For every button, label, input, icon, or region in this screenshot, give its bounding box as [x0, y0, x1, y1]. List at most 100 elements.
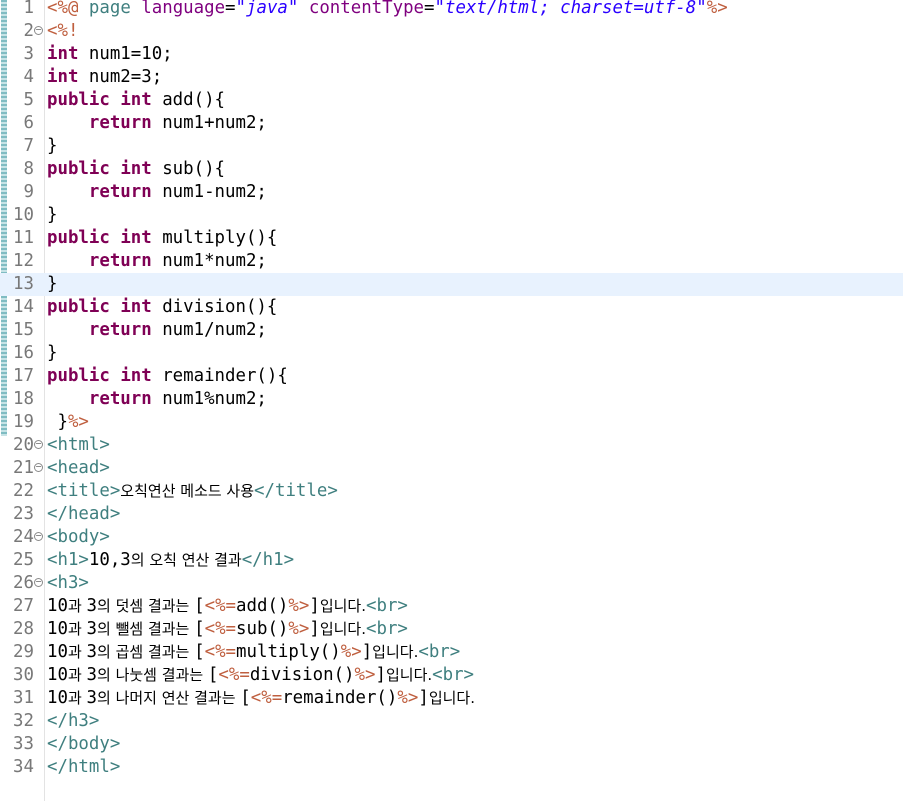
fold-toggle-icon[interactable]: − [34, 463, 43, 472]
code-line[interactable]: 20− <html> [0, 434, 903, 457]
code-text[interactable]: 10과 3의 나눗셈 결과는 [<%=division()%>]입니다.<br> [47, 664, 474, 687]
code-line[interactable]: 1 <%@ page language="java" contentType="t… [0, 0, 903, 20]
code-text[interactable]: <%! [47, 20, 78, 43]
code-token: 입니다. [385, 666, 433, 684]
code-text[interactable]: public int add(){ [47, 89, 225, 112]
code-text[interactable]: </head> [47, 503, 120, 526]
code-line[interactable]: 22 <title>오칙연산 메소드 사용</title> [0, 480, 903, 503]
code-text[interactable]: public int multiply(){ [47, 227, 277, 250]
code-token: 의 나눗셈 결과는 [97, 666, 208, 684]
fold-toggle-icon[interactable]: − [34, 532, 43, 541]
code-text[interactable]: <%@ page language="java" contentType="te… [47, 0, 728, 20]
code-text[interactable]: <title>오칙연산 메소드 사용</title> [47, 480, 338, 503]
code-line[interactable]: 7} [0, 135, 903, 158]
code-text[interactable]: int num2=3; [47, 66, 162, 89]
code-text[interactable]: 10과 3의 곱셈 결과는 [<%=multiply()%>]입니다.<br> [47, 641, 460, 664]
code-text[interactable]: 10과 3의 나머지 연산 결과는 [<%=remainder()%>]입니다. [47, 687, 475, 710]
code-line[interactable]: 12 return num1*num2; [0, 250, 903, 273]
code-line[interactable]: 17 public int remainder(){ [0, 365, 903, 388]
line-number: 31 [13, 688, 34, 708]
code-line[interactable]: 15 return num1/num2; [0, 319, 903, 342]
code-text[interactable]: 10과 3의 덧셈 결과는 [<%=add()%>]입니다.<br> [47, 595, 408, 618]
code-line[interactable]: 23 </head> [0, 503, 903, 526]
code-text[interactable]: </body> [47, 733, 120, 756]
line-number: 18 [13, 389, 34, 409]
code-line[interactable]: 10} [0, 204, 903, 227]
code-token: 과 [67, 689, 87, 707]
code-line[interactable]: 2− <%! [0, 20, 903, 43]
code-token: <h1> [47, 550, 89, 570]
code-text[interactable]: } [47, 204, 57, 227]
code-line[interactable]: 28 10과 3의 뺄셈 결과는 [<%=sub()%>]입니다.<br> [0, 618, 903, 641]
code-token: 오칙연산 메소드 사용 [120, 482, 255, 500]
code-line[interactable]: 16} [0, 342, 903, 365]
code-line[interactable]: 34 </html> [0, 756, 903, 779]
code-text[interactable]: }%> [47, 411, 88, 434]
code-token: </h1> [241, 550, 295, 570]
fold-toggle-icon[interactable]: − [34, 578, 43, 587]
line-number: 15 [13, 320, 34, 340]
code-text[interactable]: 10과 3의 뺄셈 결과는 [<%=sub()%>]입니다.<br> [47, 618, 408, 641]
code-token: <br> [418, 642, 461, 662]
code-text[interactable]: return num1/num2; [47, 319, 267, 342]
code-line[interactable]: 8 public int sub(){ [0, 158, 903, 181]
code-token: public [47, 228, 110, 248]
code-line[interactable]: 4 int num2=3; [0, 66, 903, 89]
code-line[interactable]: 33 </body> [0, 733, 903, 756]
code-line[interactable]: 24− <body> [0, 526, 903, 549]
code-token: int [120, 297, 152, 317]
code-text[interactable]: <h3> [47, 572, 89, 595]
code-text[interactable]: public int remainder(){ [47, 365, 288, 388]
code-line[interactable]: 29 10과 3의 곱셈 결과는 [<%=multiply()%>]입니다.<br… [0, 641, 903, 664]
code-text[interactable]: <html> [47, 434, 110, 457]
code-line[interactable]: 18 return num1%num2; [0, 388, 903, 411]
code-text[interactable]: <h1>10,3의 오칙 연산 결과</h1> [47, 549, 294, 572]
code-line[interactable]: 25 <h1>10,3의 오칙 연산 결과</h1> [0, 549, 903, 572]
code-token: "java" [235, 0, 299, 18]
code-text[interactable]: return num1%num2; [47, 388, 267, 411]
code-text[interactable]: } [47, 135, 57, 158]
code-text[interactable]: </h3> [47, 710, 99, 733]
code-line[interactable]: 9 return num1-num2; [0, 181, 903, 204]
code-line[interactable]: 13} [0, 273, 903, 296]
code-line[interactable]: 3 int num1=10; [0, 43, 903, 66]
line-number: 32 [13, 711, 34, 731]
line-number: 28 [13, 619, 34, 639]
code-text[interactable]: int num1=10; [47, 43, 173, 66]
code-text[interactable]: <head> [47, 457, 110, 480]
code-editor[interactable]: 1 <%@ page language="java" contentType="t… [0, 0, 903, 801]
code-text[interactable]: } [47, 342, 57, 365]
code-line[interactable]: 6 return num1+num2; [0, 112, 903, 135]
code-line[interactable]: 30 10과 3의 나눗셈 결과는 [<%=division()%>]입니다.<b… [0, 664, 903, 687]
code-text[interactable]: public int division(){ [47, 296, 277, 319]
code-line[interactable]: 14 public int division(){ [0, 296, 903, 319]
code-line[interactable]: 5 public int add(){ [0, 89, 903, 112]
code-token: 3 [86, 619, 98, 639]
code-text[interactable]: </html> [47, 756, 120, 779]
code-line[interactable]: 26− <h3> [0, 572, 903, 595]
code-token: %> [340, 642, 362, 662]
code-line[interactable]: 21− <head> [0, 457, 903, 480]
code-text[interactable]: return num1-num2; [47, 181, 267, 204]
code-token: [ [194, 596, 205, 616]
code-text[interactable]: <body> [47, 526, 110, 549]
code-line[interactable]: 11 public int multiply(){ [0, 227, 903, 250]
fold-toggle-icon[interactable]: − [34, 440, 43, 449]
code-line[interactable]: 19 }%> [0, 411, 903, 434]
code-text[interactable]: return num1+num2; [47, 112, 267, 135]
code-text[interactable]: } [47, 273, 57, 296]
code-line[interactable]: 31 10과 3의 나머지 연산 결과는 [<%=remainder()%>]입니… [0, 687, 903, 710]
code-line[interactable]: 32 </h3> [0, 710, 903, 733]
line-number: 16 [13, 343, 34, 363]
fold-toggle-icon[interactable]: − [34, 26, 43, 35]
code-text[interactable]: public int sub(){ [47, 158, 225, 181]
code-token: <h3> [47, 573, 89, 593]
line-number: 19 [13, 412, 34, 432]
code-line[interactable]: 27 10과 3의 덧셈 결과는 [<%=add()%>]입니다.<br> [0, 595, 903, 618]
code-text[interactable]: return num1*num2; [47, 250, 267, 273]
